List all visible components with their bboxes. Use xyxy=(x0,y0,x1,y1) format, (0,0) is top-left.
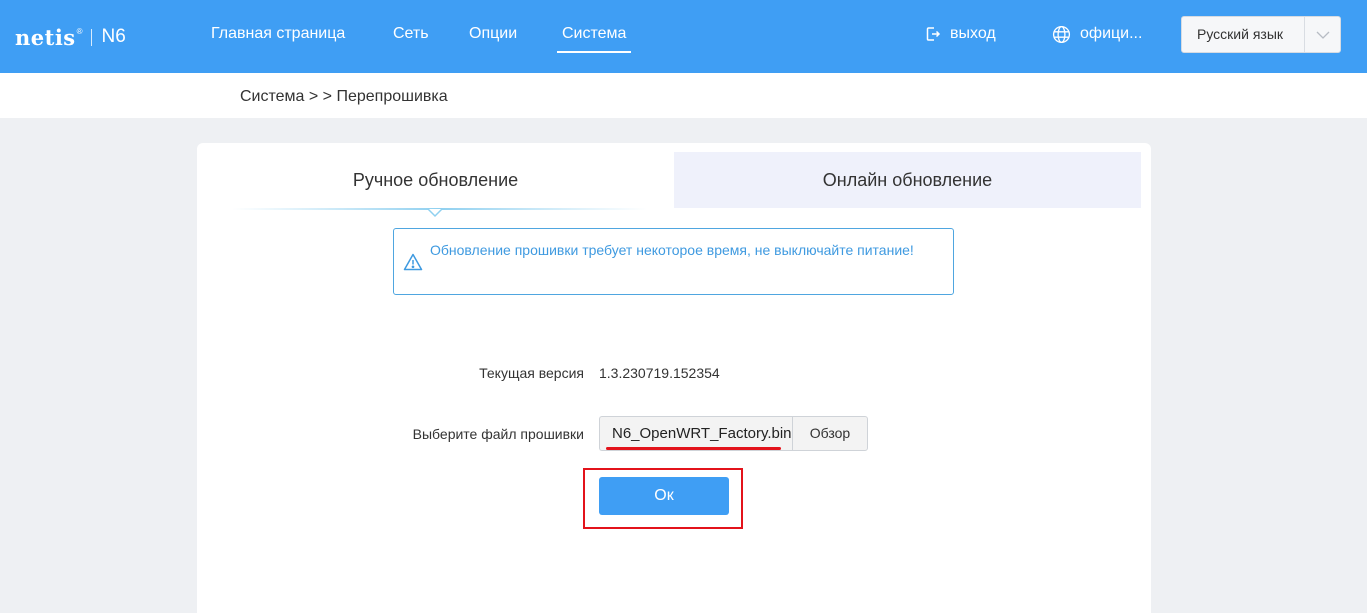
nav-item-home[interactable]: Главная страница xyxy=(211,23,345,53)
logo-model-text: N6 xyxy=(101,26,126,47)
tab-online-update[interactable]: Онлайн обновление xyxy=(674,152,1141,208)
language-selected-value: Русский язык xyxy=(1197,26,1284,42)
nav-item-options[interactable]: Опции xyxy=(469,23,517,53)
firmware-file-label: Выберите файл прошивки xyxy=(412,426,584,442)
logout-button[interactable]: выход xyxy=(925,23,996,45)
ok-button[interactable]: Ок xyxy=(599,477,729,515)
nav-item-system[interactable]: Система xyxy=(556,23,632,53)
breadcrumb: Система > > Перепрошивка xyxy=(240,88,448,105)
logout-icon xyxy=(926,27,941,41)
warning-text: Обновление прошивки требует некоторое вр… xyxy=(430,242,914,258)
official-site-label: офици... xyxy=(1080,25,1143,42)
language-select[interactable]: Русский язык xyxy=(1181,16,1341,53)
current-version-label: Текущая версия xyxy=(479,365,584,381)
logo-brand-text: netis xyxy=(15,24,76,50)
firmware-file-field[interactable]: N6_OpenWRT_Factory.bin xyxy=(599,416,793,451)
tab-manual-update[interactable]: Ручное обновление xyxy=(197,152,674,209)
globe-icon xyxy=(1052,25,1071,43)
chevron-down-icon xyxy=(1304,17,1340,52)
logo-registered-mark: ® xyxy=(76,26,83,36)
tab-manual-update-label: Ручное обновление xyxy=(352,170,519,190)
top-header: netis ® N6 Главная страница Сеть Опции С… xyxy=(0,0,1367,73)
netis-logo[interactable]: netis ® N6 xyxy=(15,24,126,50)
tab-online-update-label: Онлайн обновление xyxy=(822,169,993,190)
official-site-link[interactable]: офици... xyxy=(1052,23,1142,45)
warning-icon xyxy=(403,253,423,271)
logo-divider xyxy=(90,28,92,46)
firmware-warning-notice: Обновление прошивки требует некоторое вр… xyxy=(393,228,954,295)
active-tab-indicator xyxy=(232,208,647,218)
breadcrumb-bar: Система > > Перепрошивка xyxy=(0,73,1367,118)
logout-label: выход xyxy=(950,25,996,42)
browse-button[interactable]: Обзор xyxy=(792,416,868,451)
current-version-value: 1.3.230719.152354 xyxy=(599,365,720,381)
firmware-update-panel: Ручное обновление Онлайн обновление Обно… xyxy=(197,143,1151,613)
nav-item-network[interactable]: Сеть xyxy=(393,23,429,53)
file-annotation-underline xyxy=(606,447,781,450)
